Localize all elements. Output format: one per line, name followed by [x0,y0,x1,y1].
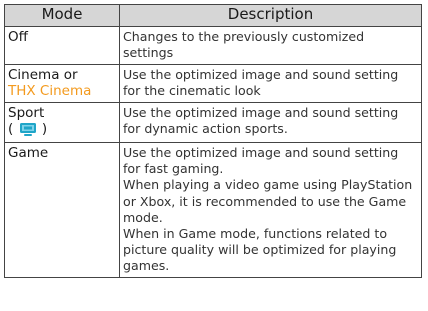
description-sport: Use the optimized image and sound settin… [119,102,422,143]
mode-thx-cinema-label: THX Cinema [8,83,92,99]
table-row: Sport ( ) Use the optimized image and so… [4,102,422,143]
description-off: Changes to the previously customized set… [119,26,422,65]
description-game-line-2: When playing a video game using PlayStat… [123,177,413,225]
mode-table: Mode Description Off Changes to the prev… [4,4,422,278]
mode-sport-label: Sport [8,105,45,121]
mode-column-header: Mode [4,4,120,27]
table-header-row: Mode Description [4,4,422,27]
sport-mode-icon [18,122,38,137]
mode-sport: Sport ( ) [4,102,120,143]
mode-cinema-label: Cinema or [8,67,78,83]
sport-icon-open-paren: ( [8,121,14,137]
description-column-header: Description [119,4,422,27]
table-row: Game Use the optimized image and sound s… [4,142,422,278]
page: Mode Description Off Changes to the prev… [0,0,428,311]
mode-cinema: Cinema or THX Cinema [4,64,120,103]
mode-game: Game [4,142,120,278]
description-game-line-3: When in Game mode, functions related to … [123,226,397,274]
description-cinema: Use the optimized image and sound settin… [119,64,422,103]
description-game-line-1: Use the optimized image and sound settin… [123,145,399,177]
mode-off: Off [4,26,120,65]
table-row: Cinema or THX Cinema Use the optimized i… [4,64,422,103]
table-row: Off Changes to the previously customized… [4,26,422,65]
sport-icon-close-paren: ) [41,121,48,137]
description-game: Use the optimized image and sound settin… [119,142,422,278]
mode-sport-icon-group: ( ) [8,121,116,137]
